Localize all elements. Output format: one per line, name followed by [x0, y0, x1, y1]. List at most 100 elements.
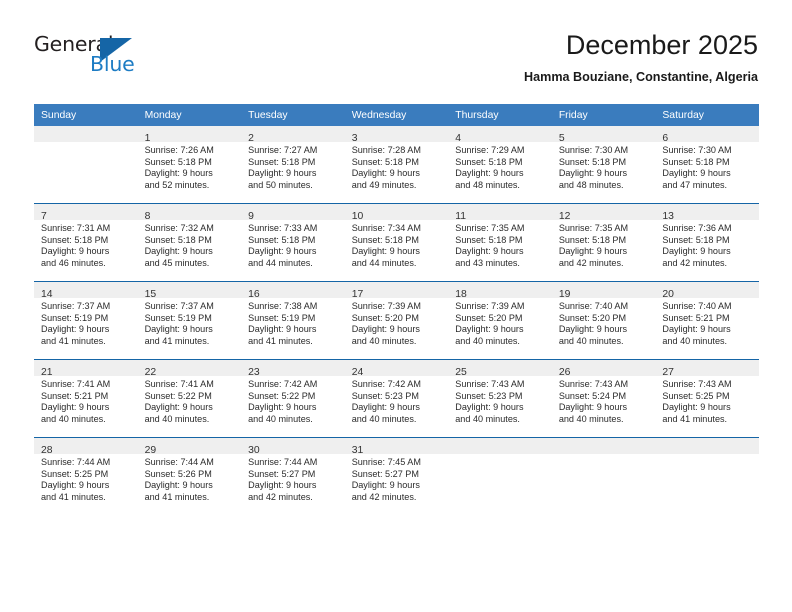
calendar-day-cell[interactable]: 28 Sunrise: 7:44 AM Sunset: 5:25 PM Dayligh… [34, 437, 138, 515]
calendar-day-cell[interactable]: 31 Sunrise: 7:45 AM Sunset: 5:27 PM Dayligh… [344, 437, 449, 515]
day-sun-details: Sunrise: 7:26 AM Sunset: 5:18 PM Daylight:… [138, 142, 242, 191]
day-number-band: 21 [34, 360, 138, 378]
calendar-day-cell[interactable]: 17 Sunrise: 7:39 AM Sunset: 5:20 PM Dayligh… [344, 281, 449, 360]
day-number: 17 [351, 289, 364, 300]
daylight-text-line1: Daylight: 9 hours [558, 402, 628, 413]
daylight-text-line2: and 45 minutes. [144, 257, 210, 268]
day-cell-inner: 17 Sunrise: 7:39 AM Sunset: 5:20 PM Dayligh… [344, 282, 449, 359]
day-sun-details: Sunrise: 7:39 AM Sunset: 5:20 PM Daylight:… [448, 298, 552, 347]
calendar-day-cell[interactable]: 2 Sunrise: 7:27 AM Sunset: 5:18 PM Daylight… [241, 126, 345, 204]
day-cell-inner: 10 Sunrise: 7:34 AM Sunset: 5:18 PM Dayligh… [344, 204, 449, 281]
day-cell-inner: 31 Sunrise: 7:45 AM Sunset: 5:27 PM Dayligh… [344, 438, 449, 515]
calendar-day-cell[interactable]: 4 Sunrise: 7:29 AM Sunset: 5:18 PM Daylight… [448, 126, 552, 204]
calendar-day-cell[interactable]: 14 Sunrise: 7:37 AM Sunset: 5:19 PM Dayligh… [34, 281, 138, 360]
logo-text-blue: Blue [90, 52, 135, 76]
sunset-text: Sunset: 5:27 PM [351, 468, 419, 479]
day-number: 1 [144, 133, 151, 144]
day-number-band: 26 [551, 360, 656, 378]
calendar-page: General Blue December 2025 Hamma Bouzian… [0, 0, 792, 612]
general-blue-logo[interactable]: General Blue [34, 32, 174, 80]
day-sun-details: Sunrise: 7:35 AM Sunset: 5:18 PM Daylight:… [552, 220, 656, 269]
calendar-day-cell[interactable]: 18 Sunrise: 7:39 AM Sunset: 5:20 PM Dayligh… [448, 281, 552, 360]
sunset-text: Sunset: 5:19 PM [248, 312, 316, 323]
calendar-day-cell[interactable]: 3 Sunrise: 7:28 AM Sunset: 5:18 PM Daylight… [344, 126, 449, 204]
day-number-band: 6 [655, 126, 759, 144]
day-cell-inner: 13 Sunrise: 7:36 AM Sunset: 5:18 PM Dayligh… [655, 204, 759, 281]
day-number-band: 9 [241, 204, 345, 222]
daylight-text-line1: Daylight: 9 hours [558, 246, 628, 257]
calendar-day-cell[interactable]: 19 Sunrise: 7:40 AM Sunset: 5:20 PM Dayligh… [551, 281, 656, 360]
day-number: 7 [41, 211, 47, 222]
calendar-day-cell[interactable]: 5 Sunrise: 7:30 AM Sunset: 5:18 PM Daylight… [551, 126, 656, 204]
calendar-day-cell[interactable]: 1 Sunrise: 7:26 AM Sunset: 5:18 PM Daylight… [137, 126, 242, 204]
calendar-day-cell[interactable]: 27 Sunrise: 7:43 AM Sunset: 5:25 PM Dayligh… [655, 359, 759, 438]
daylight-text-line1: Daylight: 9 hours [41, 480, 110, 491]
day-cell-inner: 16 Sunrise: 7:38 AM Sunset: 5:19 PM Dayligh… [241, 282, 345, 359]
sunset-text: Sunset: 5:21 PM [662, 312, 730, 323]
daylight-text-line1: Daylight: 9 hours [248, 168, 317, 179]
day-cell-inner: 23 Sunrise: 7:42 AM Sunset: 5:22 PM Dayligh… [241, 360, 345, 437]
calendar-day-cell[interactable]: 6 Sunrise: 7:30 AM Sunset: 5:18 PM Daylight… [655, 126, 759, 204]
sunset-text: Sunset: 5:18 PM [558, 234, 627, 245]
daylight-text-line1: Daylight: 9 hours [144, 324, 213, 335]
day-cell-inner: 12 Sunrise: 7:35 AM Sunset: 5:18 PM Dayligh… [551, 204, 656, 281]
calendar-day-cell[interactable]: 15 Sunrise: 7:37 AM Sunset: 5:19 PM Dayligh… [137, 281, 242, 360]
calendar-day-cell[interactable]: 8 Sunrise: 7:32 AM Sunset: 5:18 PM Daylight… [137, 203, 242, 282]
day-number-band: 18 [448, 282, 552, 300]
daylight-text-line2: and 41 minutes. [41, 335, 106, 346]
calendar-day-cell[interactable]: 30 Sunrise: 7:44 AM Sunset: 5:27 PM Dayligh… [241, 437, 345, 515]
calendar-day-cell[interactable]: 21 Sunrise: 7:41 AM Sunset: 5:21 PM Dayligh… [34, 359, 138, 438]
sunrise-text: Sunrise: 7:31 AM [41, 223, 111, 233]
sunset-text: Sunset: 5:22 PM [144, 390, 212, 401]
sunrise-text: Sunrise: 7:29 AM [455, 145, 525, 155]
day-number: 29 [144, 445, 157, 456]
sunset-text: Sunset: 5:23 PM [351, 390, 419, 401]
daylight-text-line2: and 46 minutes. [41, 257, 106, 268]
day-sun-details: Sunrise: 7:41 AM Sunset: 5:22 PM Daylight:… [138, 376, 242, 425]
day-number-band: 8 [137, 204, 242, 222]
day-number-band: 25 [448, 360, 552, 378]
sunset-text: Sunset: 5:18 PM [662, 234, 730, 245]
day-number-band: 14 [34, 282, 138, 300]
day-cell-inner: 27 Sunrise: 7:43 AM Sunset: 5:25 PM Dayligh… [655, 360, 759, 437]
day-number: 22 [144, 367, 157, 378]
daylight-text-line1: Daylight: 9 hours [455, 324, 524, 335]
calendar-day-cell[interactable]: 29 Sunrise: 7:44 AM Sunset: 5:26 PM Dayligh… [137, 437, 242, 515]
sunset-text: Sunset: 5:18 PM [351, 234, 419, 245]
sunrise-text: Sunrise: 7:38 AM [248, 301, 318, 311]
calendar-cell-empty [448, 437, 552, 515]
calendar-day-cell[interactable]: 20 Sunrise: 7:40 AM Sunset: 5:21 PM Dayligh… [655, 281, 759, 360]
daylight-text-line2: and 40 minutes. [351, 413, 417, 424]
calendar-day-cell[interactable]: 25 Sunrise: 7:43 AM Sunset: 5:23 PM Dayligh… [448, 359, 552, 438]
day-number-band: 30 [241, 438, 345, 456]
day-sun-details: Sunrise: 7:27 AM Sunset: 5:18 PM Daylight:… [241, 142, 345, 191]
day-number: 19 [558, 289, 571, 300]
day-number-band: 24 [344, 360, 449, 378]
day-number-band: 13 [655, 204, 759, 222]
daylight-text-line2: and 40 minutes. [41, 413, 106, 424]
sunrise-text: Sunrise: 7:39 AM [455, 301, 525, 311]
day-number: 25 [455, 367, 467, 378]
calendar-day-cell[interactable]: 10 Sunrise: 7:34 AM Sunset: 5:18 PM Dayligh… [344, 203, 449, 282]
sunrise-text: Sunrise: 7:40 AM [662, 301, 732, 311]
calendar-day-cell[interactable]: 16 Sunrise: 7:38 AM Sunset: 5:19 PM Dayligh… [241, 281, 345, 360]
calendar-day-cell[interactable]: 12 Sunrise: 7:35 AM Sunset: 5:18 PM Dayligh… [551, 203, 656, 282]
daylight-text-line1: Daylight: 9 hours [351, 324, 420, 335]
calendar-day-cell[interactable]: 7 Sunrise: 7:31 AM Sunset: 5:18 PM Daylight… [34, 203, 138, 282]
calendar-day-cell[interactable]: 11 Sunrise: 7:35 AM Sunset: 5:18 PM Dayligh… [448, 203, 552, 282]
day-number-band: 10 [344, 204, 449, 222]
calendar-day-cell[interactable]: 23 Sunrise: 7:42 AM Sunset: 5:22 PM Dayligh… [241, 359, 345, 438]
daylight-text-line2: and 40 minutes. [558, 335, 624, 346]
sunset-text: Sunset: 5:21 PM [41, 390, 109, 401]
daylight-text-line2: and 40 minutes. [662, 335, 728, 346]
day-number-band: 7 [34, 204, 138, 222]
calendar-day-cell[interactable]: 9 Sunrise: 7:33 AM Sunset: 5:18 PM Daylight… [241, 203, 345, 282]
calendar-day-cell[interactable]: 26 Sunrise: 7:43 AM Sunset: 5:24 PM Dayligh… [551, 359, 656, 438]
calendar-day-cell[interactable]: 13 Sunrise: 7:36 AM Sunset: 5:18 PM Dayligh… [655, 203, 759, 282]
calendar-day-cell[interactable]: 22 Sunrise: 7:41 AM Sunset: 5:22 PM Dayligh… [137, 359, 242, 438]
day-number: 9 [248, 211, 254, 222]
day-sun-details: Sunrise: 7:38 AM Sunset: 5:19 PM Daylight:… [241, 298, 345, 347]
calendar-day-cell[interactable]: 24 Sunrise: 7:42 AM Sunset: 5:23 PM Dayligh… [344, 359, 449, 438]
daylight-text-line2: and 50 minutes. [248, 179, 313, 190]
day-sun-details: Sunrise: 7:44 AM Sunset: 5:26 PM Daylight:… [138, 454, 242, 503]
